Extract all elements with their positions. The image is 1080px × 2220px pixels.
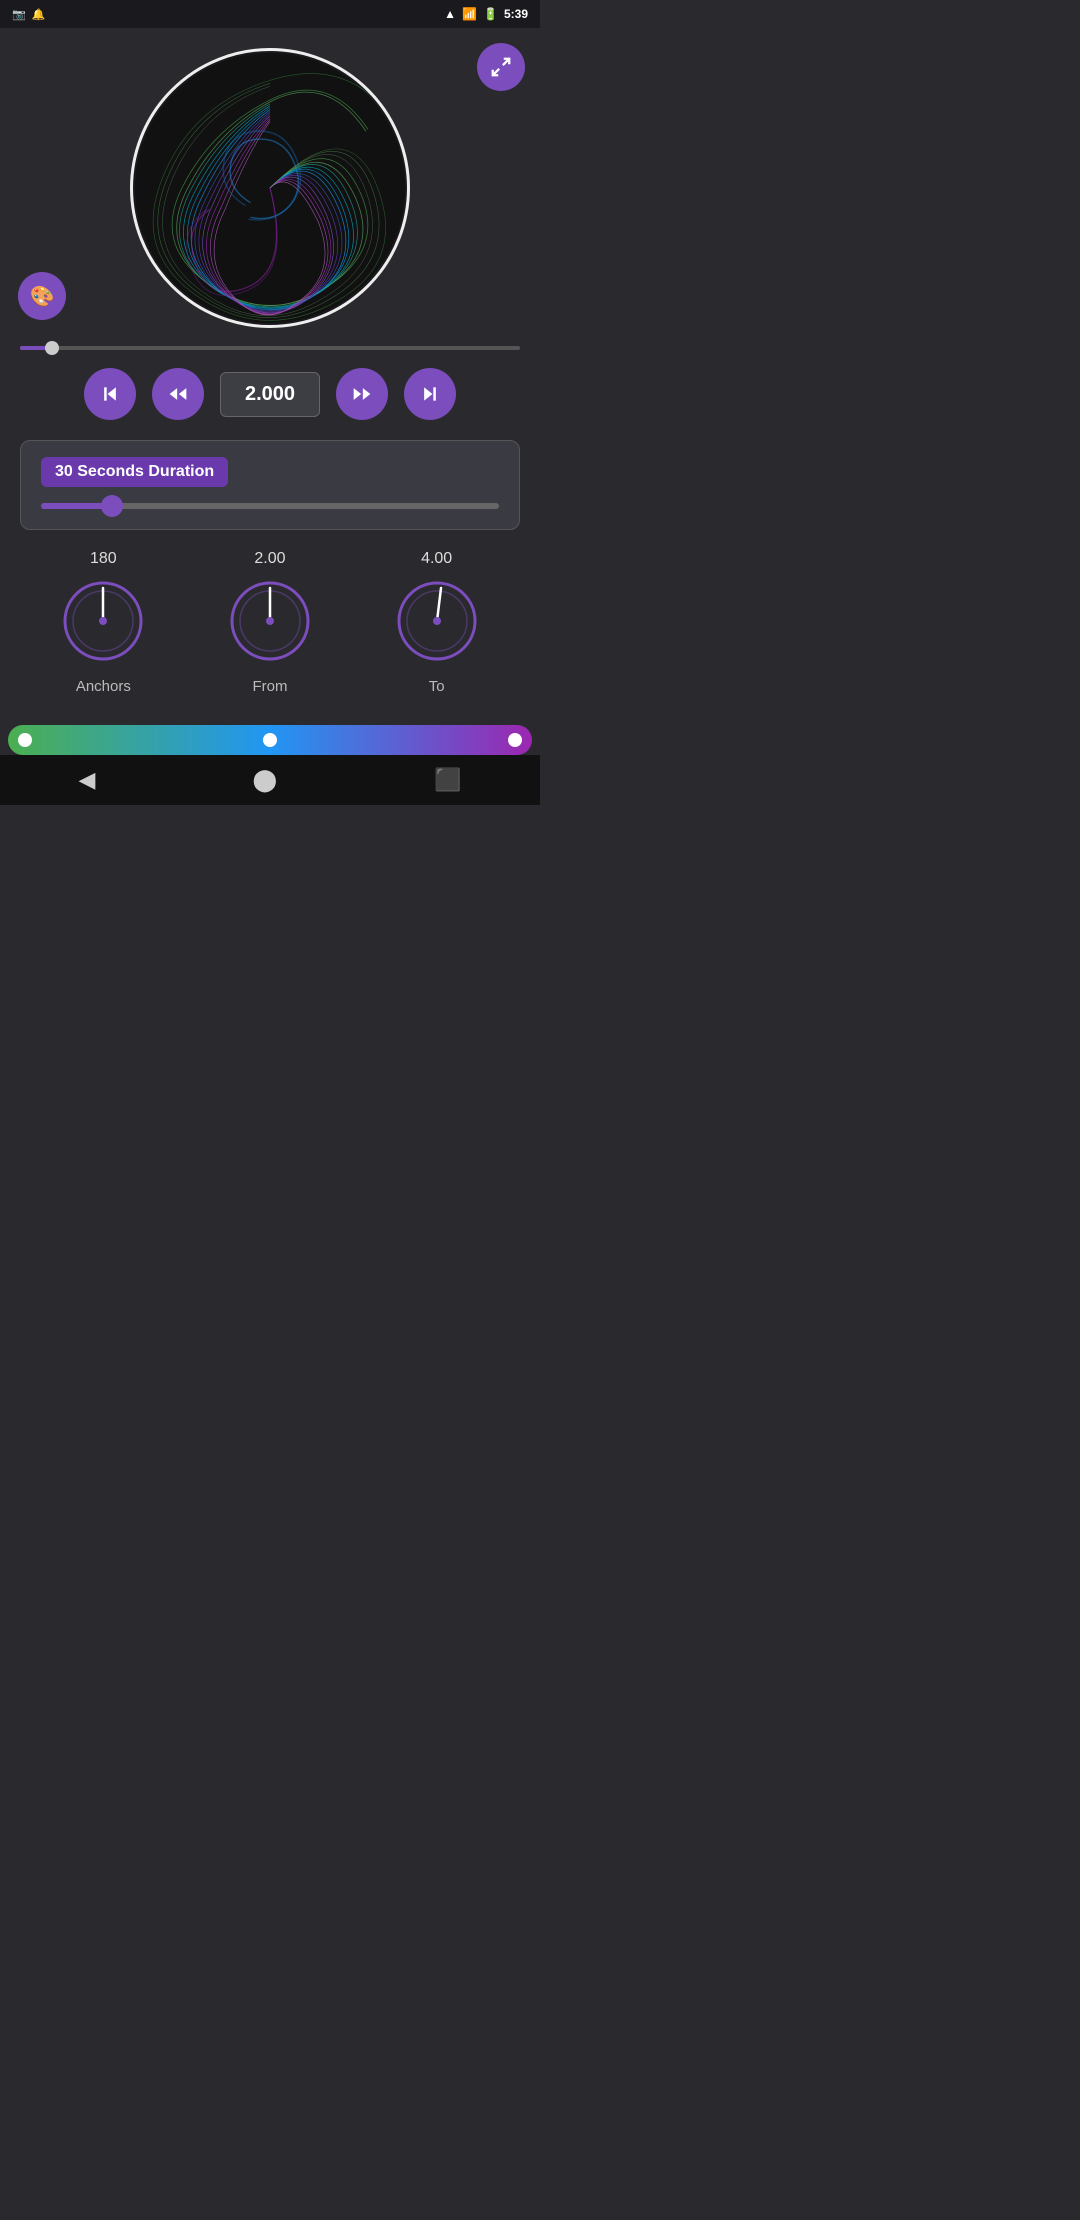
- progress-thumb[interactable]: [45, 341, 59, 355]
- gradient-dot-center[interactable]: [263, 733, 277, 747]
- from-knob[interactable]: [225, 576, 315, 666]
- gradient-bar-container: [0, 725, 540, 755]
- gradient-dot-left[interactable]: [18, 733, 32, 747]
- duration-panel: 30 Seconds Duration: [20, 440, 520, 530]
- from-value: 2.00: [254, 550, 285, 568]
- progress-area[interactable]: [0, 338, 540, 358]
- nav-bar: ◀ ⬤ ⬛: [0, 755, 540, 805]
- status-icons-left: 📷 🔔: [12, 8, 45, 21]
- canvas-area: // We'll generate SVG inline via JS afte…: [0, 28, 540, 338]
- to-value: 4.00: [421, 550, 452, 568]
- signal-icon: 📶: [462, 7, 477, 21]
- recent-button[interactable]: ⬛: [414, 759, 481, 801]
- palette-button[interactable]: 🎨: [18, 272, 66, 320]
- duration-slider[interactable]: [41, 503, 499, 509]
- home-button[interactable]: ⬤: [232, 759, 297, 801]
- status-bar: 📷 🔔 ▲ 📶 🔋 5:39: [0, 0, 540, 28]
- gradient-dot-right[interactable]: [508, 733, 522, 747]
- camera-icon: 📷: [12, 8, 26, 21]
- status-right: ▲ 📶 🔋 5:39: [444, 7, 528, 21]
- notification-icon: 🔔: [32, 8, 46, 21]
- duration-slider-thumb[interactable]: [101, 495, 123, 517]
- gradient-bar[interactable]: [8, 725, 532, 755]
- to-knob-group: 4.00 To: [392, 550, 482, 695]
- to-label: To: [429, 678, 445, 695]
- anchors-knob[interactable]: [58, 576, 148, 666]
- back-button[interactable]: ◀: [59, 759, 116, 801]
- clock: 5:39: [504, 7, 528, 21]
- skip-forward-button[interactable]: [404, 368, 456, 420]
- duration-label: 30 Seconds Duration: [41, 457, 228, 487]
- anchors-label: Anchors: [76, 678, 131, 695]
- from-label: From: [252, 678, 287, 695]
- to-knob[interactable]: [392, 576, 482, 666]
- anchors-knob-group: 180 Anchors: [58, 550, 148, 695]
- transport-controls: 2.000: [0, 358, 540, 430]
- anchors-value: 180: [90, 550, 117, 568]
- spiral-visualization: // We'll generate SVG inline via JS afte…: [130, 48, 410, 328]
- duration-slider-fill: [41, 503, 110, 509]
- speed-display: 2.000: [220, 372, 320, 417]
- wifi-icon: ▲: [444, 7, 456, 21]
- from-knob-group: 2.00 From: [225, 550, 315, 695]
- knobs-section: 180 Anchors 2.00 From 4.00: [0, 540, 540, 715]
- progress-track[interactable]: [20, 346, 520, 350]
- rewind-button[interactable]: [152, 368, 204, 420]
- skip-back-button[interactable]: [84, 368, 136, 420]
- fullscreen-button[interactable]: [477, 43, 525, 91]
- battery-icon: 🔋: [483, 7, 498, 21]
- fast-forward-button[interactable]: [336, 368, 388, 420]
